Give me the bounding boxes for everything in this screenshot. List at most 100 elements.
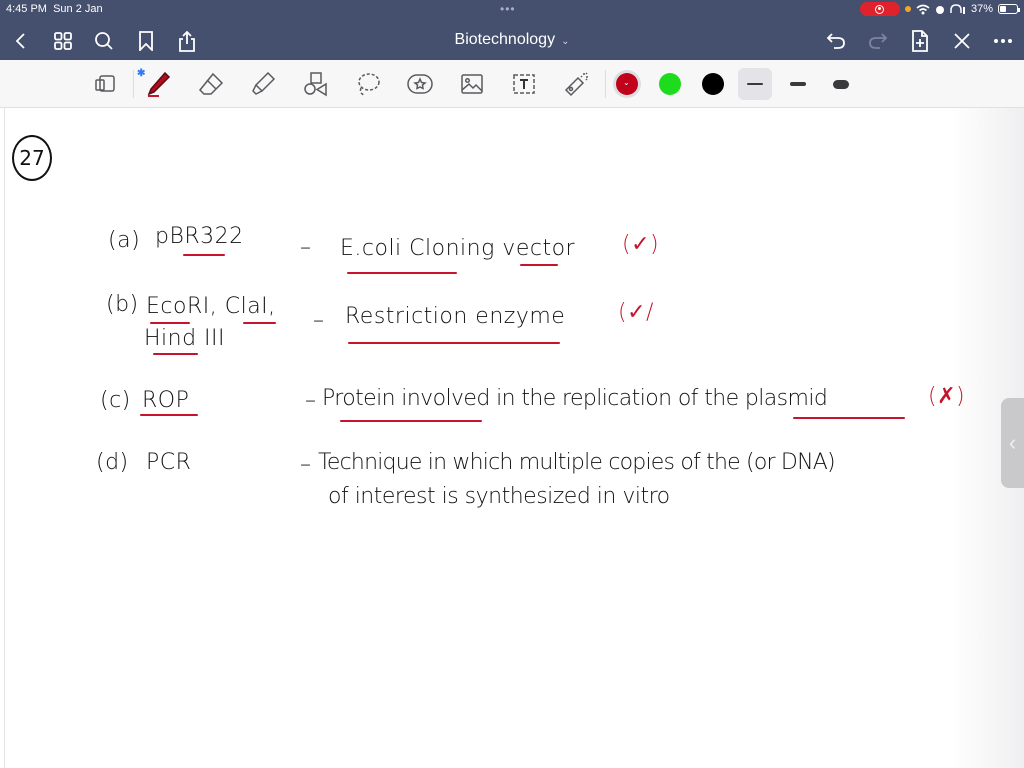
alarm-icon	[935, 5, 944, 14]
bookmark-icon	[139, 31, 153, 51]
item-label: (d)	[96, 450, 129, 475]
red-underline	[347, 272, 457, 274]
question-number-text: 27	[19, 146, 45, 170]
page-edge	[4, 108, 5, 768]
lasso-icon	[358, 73, 380, 96]
headphones-icon	[950, 3, 965, 14]
redo-icon	[869, 33, 888, 49]
wifi-icon	[916, 4, 930, 14]
pen-icon	[147, 71, 171, 97]
item-dash: –	[305, 388, 317, 413]
thin-line-icon	[747, 83, 763, 85]
highlighter-icon	[252, 71, 276, 95]
item-label: (b)	[106, 292, 139, 317]
pen-tool[interactable]	[143, 70, 173, 98]
red-underline	[243, 322, 276, 324]
title-text: Biotechnology	[454, 31, 556, 48]
multitasking-dots[interactable]: •••	[500, 2, 516, 16]
color-swatch-black[interactable]	[702, 73, 724, 95]
correct-mark: (✓)	[622, 232, 660, 257]
question-number: 27	[12, 135, 52, 181]
status-bar: 4:45 PM Sun 2 Jan ••• 37%	[0, 0, 1024, 20]
status-time: 4:45 PM Sun 2 Jan	[6, 3, 103, 15]
laser-pointer-icon	[564, 72, 588, 97]
item-dash: –	[300, 235, 312, 260]
note-page[interactable]	[0, 108, 1024, 768]
highlighter-tool[interactable]	[248, 70, 278, 98]
chevron-down-icon: ⌄	[561, 36, 570, 47]
toolbar-divider	[133, 70, 134, 98]
pencil-cross-icon	[954, 33, 970, 49]
lasso-tool[interactable]	[353, 70, 383, 98]
item-term: pBR322	[155, 224, 244, 249]
grid-icon	[54, 32, 72, 50]
navigation-bar: Biotechnology ⌄	[0, 22, 1024, 58]
laser-pointer-tool[interactable]	[561, 70, 591, 98]
app-bar: 4:45 PM Sun 2 Jan ••• 37% Biotechnology …	[0, 0, 1024, 60]
screen-recording-icon[interactable]	[859, 2, 900, 16]
undo-icon	[826, 33, 845, 49]
share-icon	[179, 30, 195, 52]
redo-button[interactable]	[865, 28, 891, 54]
red-underline	[348, 342, 560, 344]
item-answer-line2: of interest is synthesized in vitro	[328, 484, 670, 509]
shapes-tool[interactable]	[300, 70, 330, 98]
correct-mark: (✓/	[618, 300, 654, 325]
red-underline	[150, 322, 190, 324]
item-answer: E.coli Cloning vector	[340, 236, 576, 261]
red-underline	[183, 254, 225, 256]
bluetooth-stylus-icon: ✱	[137, 68, 146, 79]
mic-in-use-icon	[904, 6, 911, 12]
eraser-tool[interactable]	[196, 70, 226, 98]
toolbar-divider	[605, 70, 606, 98]
red-underline	[793, 417, 905, 419]
add-page-icon	[912, 30, 928, 52]
search-button[interactable]	[91, 28, 117, 54]
more-button[interactable]	[990, 28, 1016, 54]
thumbnails-button[interactable]	[50, 28, 76, 54]
stroke-width-medium[interactable]	[781, 68, 815, 100]
item-label: (a)	[108, 228, 141, 253]
side-panel-handle[interactable]: ‹	[1001, 398, 1024, 488]
drawing-toolbar: ⌄	[0, 60, 1024, 108]
page-layout-icon	[95, 75, 115, 92]
share-button[interactable]	[174, 28, 200, 54]
date-text: Sun 2 Jan	[53, 3, 103, 15]
item-dash: –	[313, 308, 325, 333]
image-icon	[461, 74, 483, 94]
search-icon	[95, 32, 113, 50]
page-thumbnail-tool[interactable]	[90, 70, 120, 98]
incorrect-mark: (✗)	[928, 384, 966, 409]
bookmark-button[interactable]	[133, 28, 159, 54]
document-title-button[interactable]: Biotechnology ⌄	[455, 31, 570, 48]
red-underline	[520, 264, 558, 266]
chevron-down-icon: ⌄	[623, 78, 630, 87]
item-term-line2: Hind III	[144, 326, 226, 351]
stroke-width-thick[interactable]	[824, 68, 858, 100]
shapes-icon	[304, 72, 327, 97]
text-tool[interactable]	[509, 70, 539, 98]
item-answer: Protein involved in the replication of t…	[322, 386, 828, 411]
close-edit-button[interactable]	[949, 28, 975, 54]
medium-line-icon	[790, 82, 806, 86]
more-icon	[994, 39, 1012, 43]
undo-button[interactable]	[823, 28, 849, 54]
back-button[interactable]	[8, 28, 34, 54]
time-text: 4:45 PM	[6, 3, 47, 15]
color-swatch-green[interactable]	[659, 73, 681, 95]
chevron-left-icon: ‹	[1008, 430, 1017, 455]
red-underline	[340, 420, 482, 422]
sticker-icon	[407, 74, 433, 94]
item-term: EcoRI, ClaI,	[146, 294, 276, 319]
red-underline	[153, 353, 198, 355]
add-page-button[interactable]	[907, 28, 933, 54]
item-answer: Technique in which multiple copies of th…	[318, 450, 836, 475]
item-label: (c)	[100, 388, 131, 413]
image-tool[interactable]	[457, 70, 487, 98]
sticker-tool[interactable]	[405, 70, 435, 98]
item-term: PCR	[146, 450, 192, 475]
battery-percent: 37%	[970, 3, 993, 15]
color-swatch-red[interactable]: ⌄	[616, 73, 638, 95]
stroke-width-thin[interactable]	[738, 68, 772, 100]
text-box-icon	[513, 74, 535, 94]
